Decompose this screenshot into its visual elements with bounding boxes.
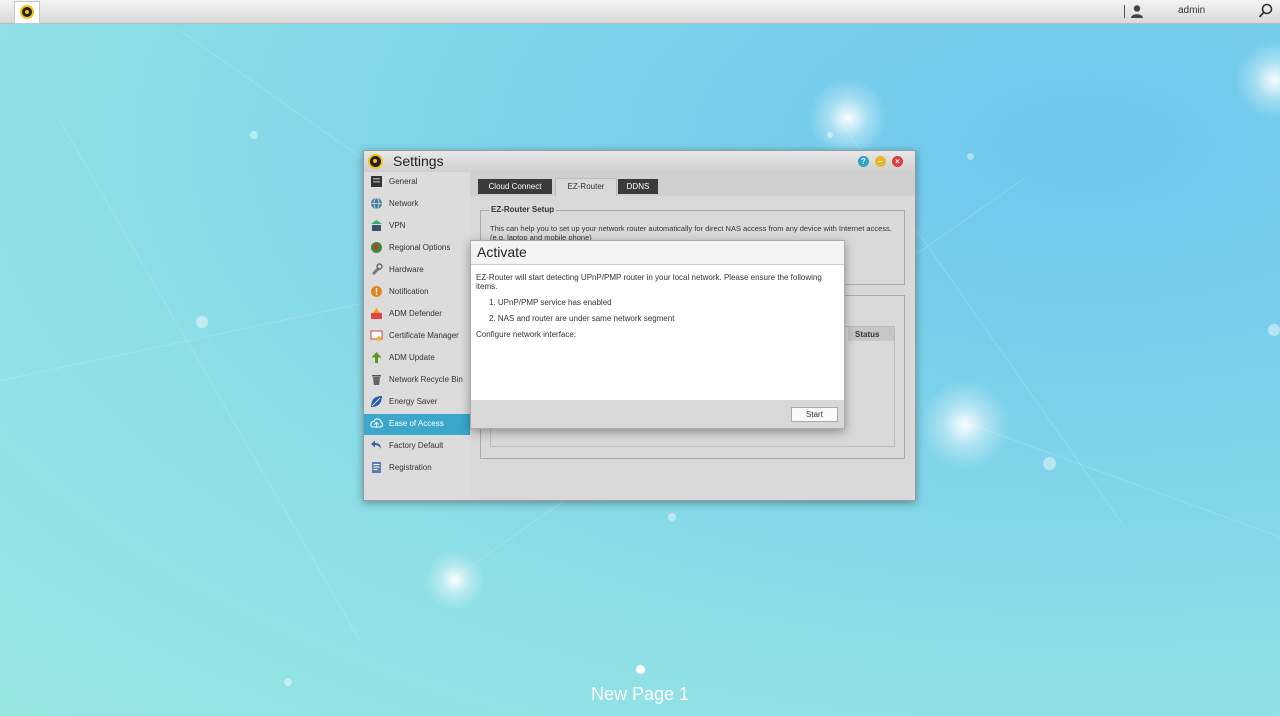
top-taskbar: admin: [0, 0, 1280, 24]
sidebar-item-energy-saver[interactable]: Energy Saver: [364, 392, 470, 413]
recycle-bin-icon: [372, 375, 381, 385]
vpn-icon: [371, 220, 382, 231]
sidebar-item-general[interactable]: General: [364, 172, 470, 193]
ease-of-access-icon: [370, 418, 383, 428]
username-label[interactable]: admin: [1178, 5, 1205, 16]
certificate-manager-icon: [370, 330, 383, 341]
energy-saver-icon: [371, 396, 382, 407]
sidebar-item-label: ADM Update: [389, 353, 435, 362]
taskbar-separator: [1124, 5, 1125, 18]
close-button[interactable]: ×: [892, 156, 903, 167]
activate-dialog-title: Activate: [477, 244, 527, 260]
settings-title: Settings: [393, 153, 444, 169]
sidebar-item-label: Energy Saver: [389, 397, 438, 406]
sidebar-item-label: Factory Default: [389, 441, 444, 450]
requirement-item: 1. UPnP/PMP service has enabled: [489, 298, 612, 307]
sidebar-item-certificate-manager[interactable]: Certificate Manager: [364, 326, 470, 347]
sidebar-item-ease-of-access[interactable]: Ease of Access: [364, 414, 470, 435]
settings-app-icon: [368, 154, 383, 169]
sidebar-item-label: ADM Defender: [389, 309, 442, 318]
activate-dialog-footer: Start: [471, 400, 844, 428]
configure-interface-label: Configure network interface:: [476, 330, 577, 339]
page-indicator-dot[interactable]: [636, 665, 645, 674]
activate-intro-text: EZ-Router will start detecting UPnP/PMP …: [476, 273, 822, 291]
regional-options-icon: [371, 242, 382, 253]
sidebar-item-label: Ease of Access: [389, 419, 444, 428]
sidebar-item-adm-defender[interactable]: ADM Defender: [364, 304, 470, 325]
asustor-logo-icon: [20, 5, 34, 19]
activate-dialog: Activate EZ-Router will start detecting …: [470, 240, 845, 429]
activate-dialog-header[interactable]: Activate: [471, 241, 844, 265]
settings-sidebar: General Network VPN Regional Options Har…: [364, 172, 470, 500]
sidebar-item-label: Regional Options: [389, 243, 451, 252]
sidebar-item-label: Hardware: [389, 265, 424, 274]
sidebar-item-hardware[interactable]: Hardware: [364, 260, 470, 281]
sidebar-item-label: Notification: [389, 287, 429, 296]
tab-bar: Cloud Connect EZ-Router DDNS: [470, 172, 915, 196]
sidebar-item-adm-update[interactable]: ADM Update: [364, 348, 470, 369]
sidebar-item-label: Network Recycle Bin: [389, 375, 463, 384]
sidebar-item-vpn[interactable]: VPN: [364, 216, 470, 237]
sidebar-item-regional-options[interactable]: Regional Options: [364, 238, 470, 259]
sidebar-item-label: Network: [389, 199, 419, 208]
sidebar-item-label: Certificate Manager: [389, 331, 459, 340]
desktop-page-label: New Page 1: [590, 684, 690, 704]
sidebar-item-registration[interactable]: Registration: [364, 458, 470, 479]
adm-defender-icon: [371, 308, 382, 319]
adm-update-icon: [371, 352, 382, 363]
registration-icon: [372, 462, 381, 473]
sidebar-item-network-recycle-bin[interactable]: Network Recycle Bin: [364, 370, 470, 391]
ez-router-setup-legend: EZ-Router Setup: [489, 205, 557, 214]
sidebar-item-label: VPN: [389, 221, 406, 230]
sidebar-item-label: Registration: [389, 463, 432, 472]
activate-dialog-body: EZ-Router will start detecting UPnP/PMP …: [476, 273, 836, 339]
start-button[interactable]: Start: [791, 407, 838, 422]
table-header-status[interactable]: Status: [848, 327, 894, 341]
general-icon: [371, 176, 382, 187]
sidebar-item-network[interactable]: Network: [364, 194, 470, 215]
help-button[interactable]: ?: [858, 156, 869, 167]
minimize-button[interactable]: –: [875, 156, 886, 167]
network-icon: [371, 197, 382, 210]
hardware-icon: [372, 263, 383, 275]
tab-ez-router[interactable]: EZ-Router: [555, 178, 617, 196]
tab-cloud-connect[interactable]: Cloud Connect: [478, 179, 552, 194]
sidebar-item-factory-default[interactable]: Factory Default: [364, 436, 470, 457]
sidebar-item-notification[interactable]: Notification: [364, 282, 470, 303]
requirement-item: 2. NAS and router are under same network…: [489, 314, 675, 323]
factory-default-icon: [371, 440, 381, 449]
settings-titlebar[interactable]: Settings ? – ×: [364, 151, 915, 172]
user-icon[interactable]: [1130, 4, 1144, 18]
status-column-label: Status: [855, 330, 880, 339]
tab-ddns[interactable]: DDNS: [618, 179, 658, 194]
search-icon[interactable]: [1258, 3, 1274, 19]
sidebar-item-label: General: [389, 177, 418, 186]
notification-icon: [371, 286, 382, 297]
app-menu-button[interactable]: [14, 1, 40, 24]
